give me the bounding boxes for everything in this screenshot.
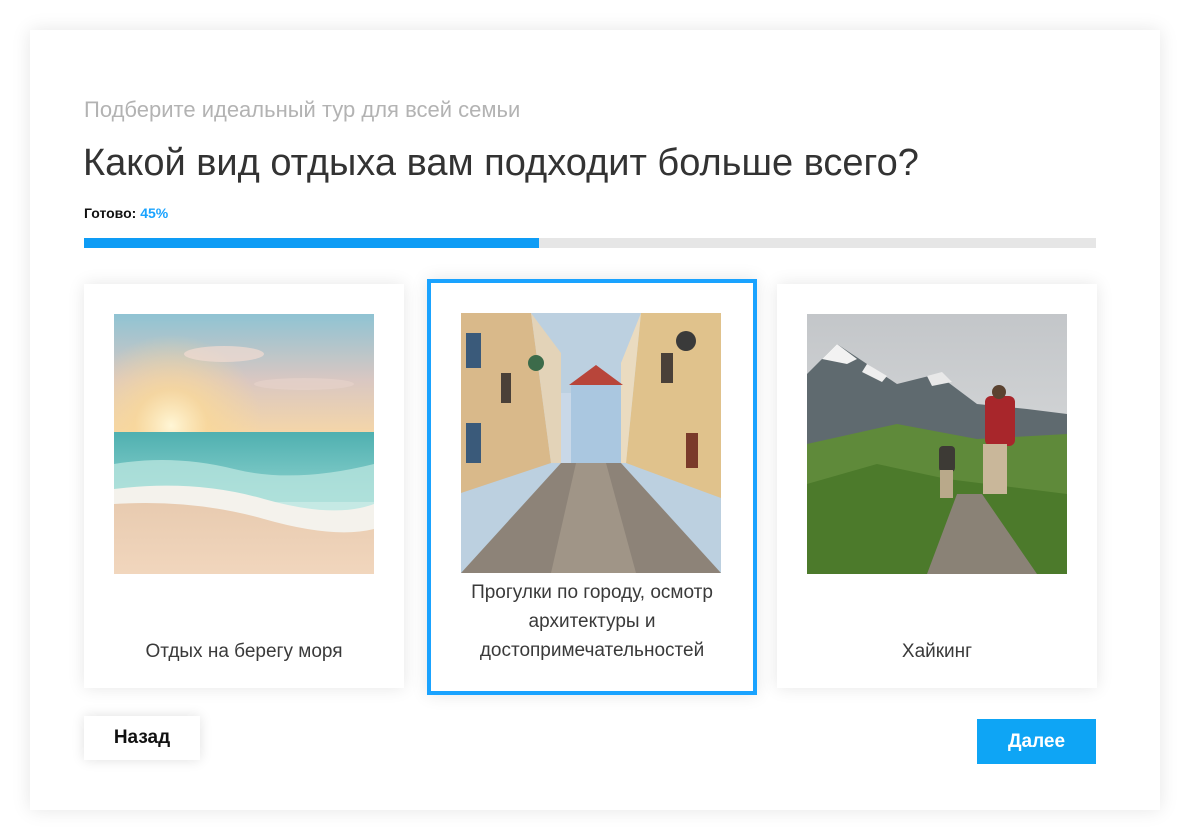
option-label: Хайкинг: [901, 641, 973, 662]
mountain-hiking-image: [807, 314, 1067, 574]
progress-label-text: Готово:: [84, 205, 137, 221]
option-card-beach[interactable]: Отдых на берегу моря: [84, 284, 404, 688]
progress-value: 45%: [140, 205, 169, 221]
option-card-hiking[interactable]: Хайкинг: [777, 284, 1097, 688]
quiz-subtitle: Подберите идеальный тур для всей семьи: [84, 97, 521, 122]
quiz-panel: Подберите идеальный тур для всей семьи К…: [30, 30, 1160, 810]
progress-bar-fill: [84, 238, 540, 248]
progress-bar: [84, 238, 1096, 248]
beach-sunset-image: [114, 314, 374, 574]
option-label: Прогулки по городу, осмотр архитектуры и…: [471, 582, 713, 661]
back-button[interactable]: Назад: [84, 716, 200, 760]
option-card-city[interactable]: Прогулки по городу, осмотр архитектуры и…: [427, 279, 757, 695]
old-town-street-image: [461, 313, 721, 573]
next-button[interactable]: Далее: [977, 719, 1096, 764]
option-label: Отдых на берегу моря: [145, 641, 343, 662]
progress-label: Готово: 45%: [84, 204, 168, 222]
question-title: Какой вид отдыха вам подходит больше все…: [83, 142, 919, 184]
